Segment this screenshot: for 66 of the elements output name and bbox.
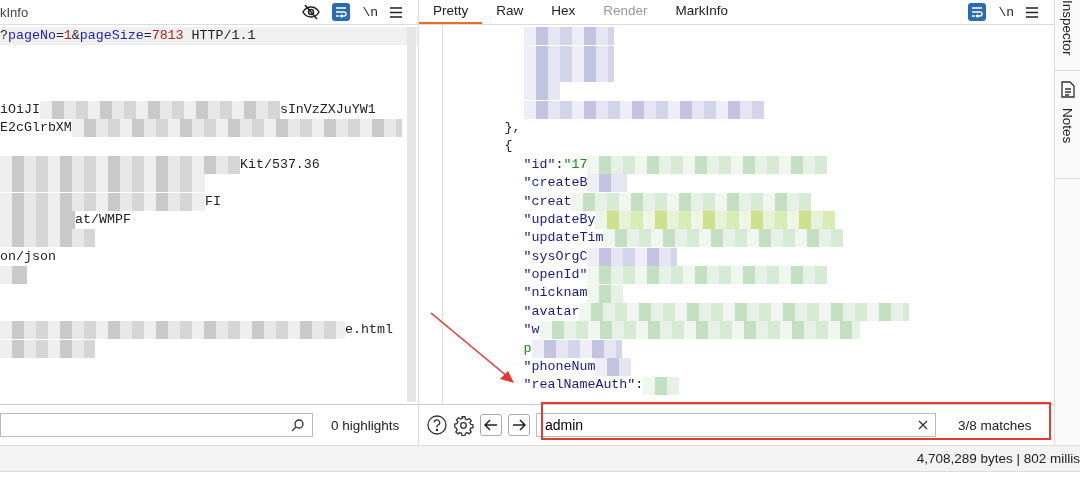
code-text: "id" <box>523 155 556 174</box>
menu-icon[interactable] <box>390 6 402 18</box>
search-field[interactable]: admin <box>536 413 936 437</box>
code-text: }, <box>504 118 521 137</box>
menu-icon[interactable] <box>1026 6 1038 18</box>
code-text: & <box>71 27 80 45</box>
newline-toggle[interactable]: \n <box>998 4 1014 20</box>
word-wrap-icon[interactable] <box>968 3 987 21</box>
view-tab[interactable]: Hex <box>537 0 590 24</box>
settings-icon[interactable] <box>453 414 474 436</box>
next-button[interactable] <box>508 414 530 436</box>
code-text: "w <box>523 321 540 340</box>
eye-slash-icon[interactable] <box>302 4 321 20</box>
code-text: "updateBy <box>523 210 596 229</box>
highlight-count: 0 highlights <box>331 417 400 433</box>
code-text: pageSize <box>79 27 144 45</box>
code-text: p <box>523 339 532 358</box>
side-tab[interactable]: Inspector <box>1055 0 1080 71</box>
view-tab[interactable]: MarkInfo <box>661 0 743 24</box>
code-text: "realNameAuth" <box>523 376 636 395</box>
tab-label[interactable]: kInfo <box>0 4 29 20</box>
clear-icon[interactable] <box>918 420 928 430</box>
code-text: { <box>504 137 513 156</box>
document-icon[interactable] <box>1060 81 1075 98</box>
code-text: HTTP/1.1 <box>190 27 256 45</box>
view-tab[interactable]: Raw <box>482 0 538 24</box>
view-tab[interactable]: Pretty <box>419 0 483 24</box>
code-text: "avatar <box>523 302 580 321</box>
status-text: 4,708,289 bytes | 802 millis <box>916 451 1080 466</box>
scrollbar[interactable] <box>407 27 416 402</box>
code-text: pageNo <box>8 27 56 45</box>
code-text: Kit/537.36 <box>240 155 320 174</box>
code-text: iOiJI <box>0 100 40 119</box>
left-arrow-icon <box>484 419 498 431</box>
code-text: = <box>143 27 152 45</box>
pixelated-redaction <box>0 266 27 285</box>
code-text: "nicknam <box>523 284 588 303</box>
code-text: at/WMPF <box>75 210 131 229</box>
code-text: FI <box>205 192 221 211</box>
code-text: ? <box>0 27 8 45</box>
search-field[interactable] <box>0 413 313 437</box>
code-text: = <box>55 27 64 45</box>
right-arrow-icon <box>512 419 526 431</box>
search-icon <box>291 418 304 432</box>
code-text: "sysOrgC <box>523 247 588 266</box>
code-text: "phoneNum <box>523 358 596 377</box>
code-text: "createB <box>523 174 588 193</box>
code-text: "updateTim <box>523 229 604 248</box>
help-icon[interactable] <box>427 415 447 435</box>
code-text: "openId" <box>523 266 588 285</box>
code-text: on/json <box>0 247 56 266</box>
code-text: "17 <box>563 155 588 174</box>
previous-button[interactable] <box>480 414 502 436</box>
newline-toggle[interactable]: \n <box>362 4 378 20</box>
code-text: 1 <box>63 27 72 45</box>
code-text: : <box>555 155 564 174</box>
pixelated-redaction <box>643 376 680 395</box>
code-text: sInVzZXJuYW1 <box>279 100 376 119</box>
code-text: e.html <box>345 321 393 340</box>
match-count: 3/8 matches <box>958 417 1032 433</box>
code-text: 7813 <box>151 27 184 45</box>
code-text: : <box>635 376 644 395</box>
code-text: E2cGlrbXM <box>0 118 72 137</box>
word-wrap-icon[interactable] <box>332 3 351 21</box>
side-tab[interactable]: Notes <box>1060 108 1075 144</box>
code-text: "creat <box>523 192 572 211</box>
